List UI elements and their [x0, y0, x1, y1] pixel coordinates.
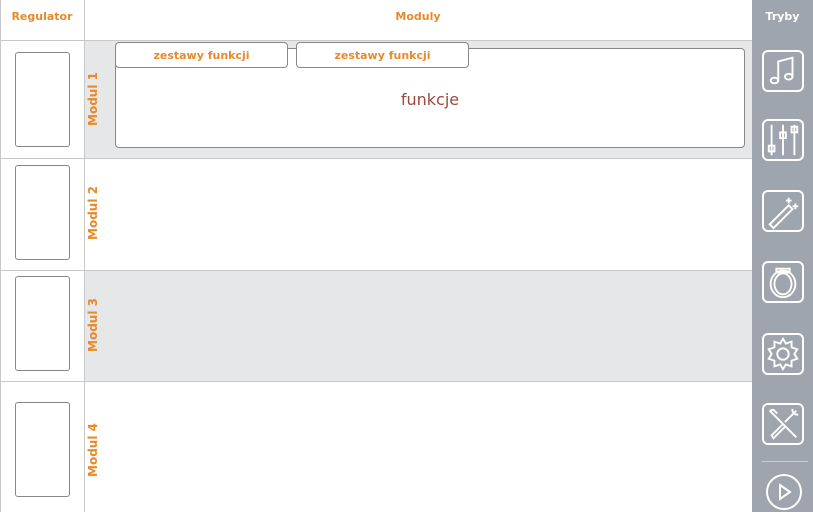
- row-divider-3: [0, 381, 752, 382]
- left-border: [0, 0, 1, 512]
- moduly-header: Moduly: [395, 10, 441, 23]
- module-3-label: Modul 3: [86, 298, 100, 352]
- music-note-icon[interactable]: [762, 50, 804, 92]
- regulator-slot-4[interactable]: [15, 402, 70, 497]
- gear-icon[interactable]: [762, 333, 804, 375]
- functions-label: funkcje: [400, 90, 460, 109]
- row-divider-2: [0, 270, 752, 271]
- drum-icon[interactable]: [762, 261, 804, 303]
- regulator-slot-2[interactable]: [15, 165, 70, 260]
- module-4-label: Modul 4: [86, 423, 100, 477]
- tools-icon[interactable]: [762, 403, 804, 445]
- regulator-header: Regulator: [11, 10, 73, 23]
- sidebar-divider: [762, 461, 808, 462]
- play-icon[interactable]: [766, 474, 802, 510]
- tab-zestawy-funkcji-1[interactable]: zestawy funkcji: [115, 42, 288, 68]
- module-2-label: Modul 2: [86, 186, 100, 240]
- regulator-slot-1[interactable]: [15, 52, 70, 147]
- tryby-header: Tryby: [765, 10, 800, 23]
- mixer-sliders-icon[interactable]: [762, 119, 804, 161]
- regulator-slot-3[interactable]: [15, 276, 70, 371]
- tab-zestawy-funkcji-2[interactable]: zestawy funkcji: [296, 42, 469, 68]
- magic-wand-icon[interactable]: [762, 190, 804, 232]
- module-row-3: [85, 270, 752, 381]
- module-1-label: Modul 1: [86, 72, 100, 126]
- row-divider-1: [0, 158, 752, 159]
